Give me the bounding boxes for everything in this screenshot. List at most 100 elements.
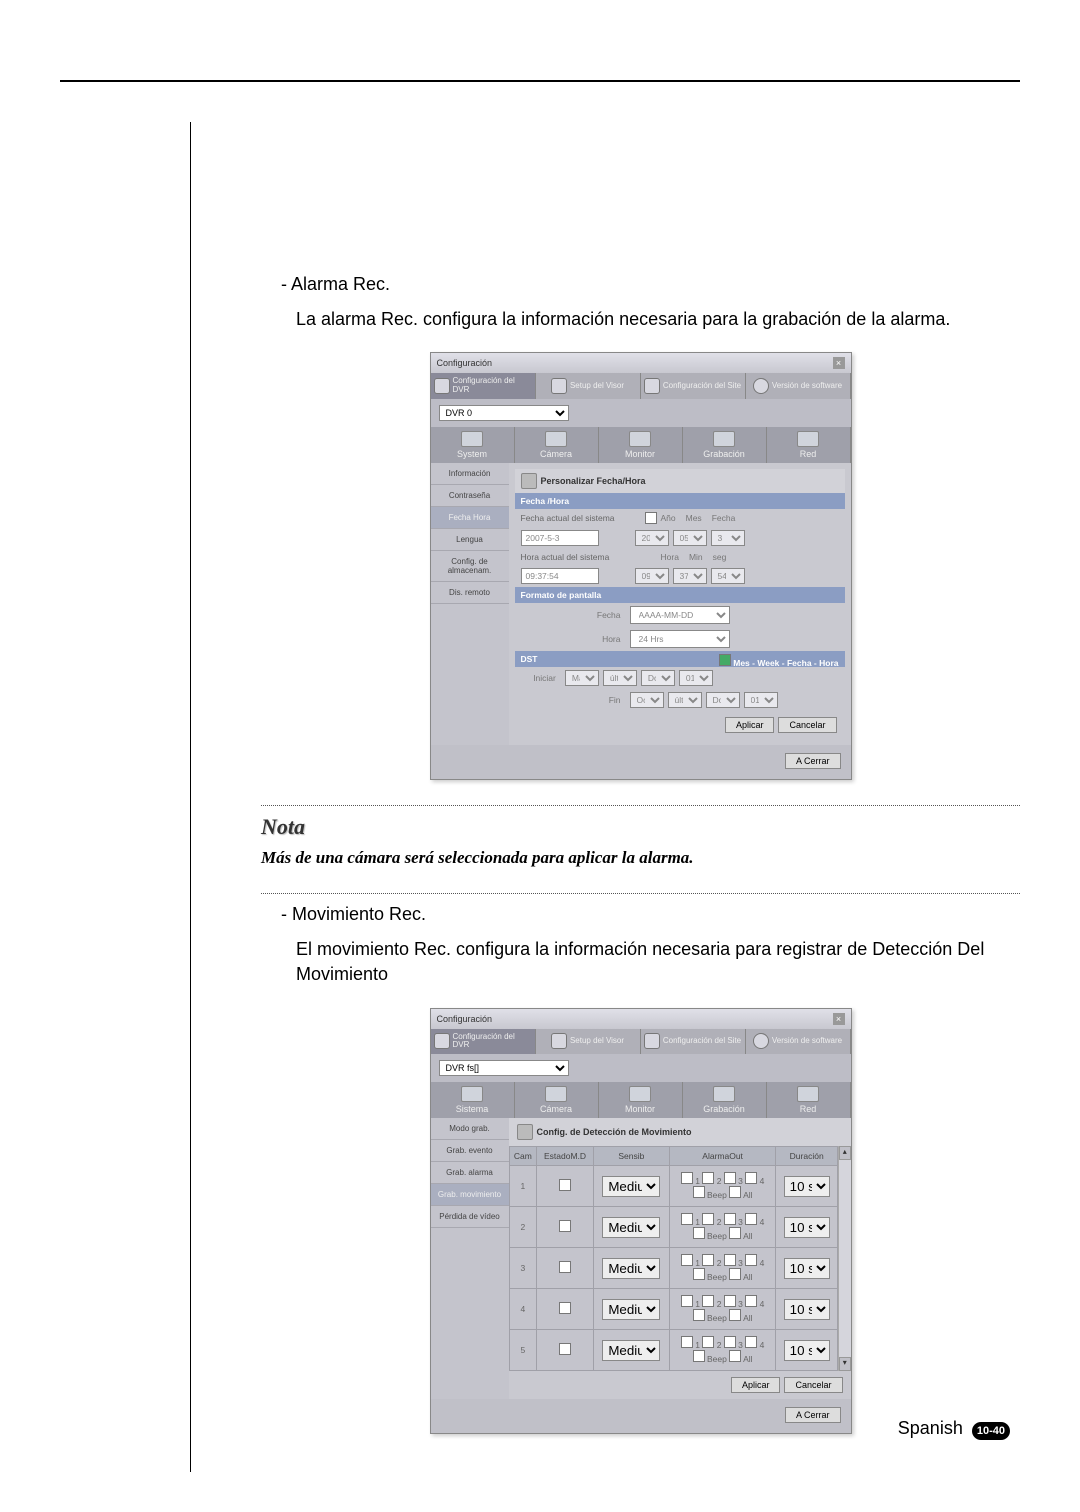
c2-grab[interactable]: Grabación: [683, 1082, 767, 1118]
chk-ao3[interactable]: [724, 1254, 736, 1266]
sel-ss[interactable]: 54: [711, 568, 745, 584]
chk-estado[interactable]: [559, 1220, 571, 1232]
sel-dia[interactable]: 3: [711, 530, 745, 546]
th-ao[interactable]: AlarmaOut: [669, 1147, 776, 1166]
sel-sens[interactable]: Medium: [602, 1299, 660, 1320]
in-fecha[interactable]: 2007-5-3: [521, 530, 599, 546]
chk-estado[interactable]: [559, 1261, 571, 1273]
s-remoto[interactable]: Dis. remoto: [431, 582, 509, 604]
tab-visor[interactable]: Setup del Visor: [536, 373, 641, 399]
sel-mm[interactable]: 37: [673, 568, 707, 584]
chk-ao1[interactable]: [681, 1172, 693, 1184]
sel-dur[interactable]: 10 sec: [784, 1258, 830, 1279]
scroll-down-icon[interactable]: ▾: [839, 1357, 851, 1371]
sel-dur[interactable]: 10 sec: [784, 1299, 830, 1320]
c2-camera[interactable]: Cámera: [515, 1082, 599, 1118]
table-scrollbar[interactable]: ▴ ▾: [838, 1146, 851, 1371]
dvr-select[interactable]: DVR 0: [439, 405, 569, 421]
sel-dur[interactable]: 10 sec: [784, 1217, 830, 1238]
cat-monitor[interactable]: Monitor: [599, 427, 683, 463]
i-mes[interactable]: Mar: [565, 670, 599, 686]
cat-system[interactable]: System: [431, 427, 515, 463]
chk-ao3[interactable]: [724, 1295, 736, 1307]
s2-alarma[interactable]: Grab. alarma: [431, 1162, 509, 1184]
chk-all[interactable]: [729, 1309, 741, 1321]
tab-site[interactable]: Configuración del Site: [641, 373, 746, 399]
chk-ao4[interactable]: [745, 1254, 757, 1266]
s2-mov[interactable]: Grab. movimiento: [431, 1184, 509, 1206]
cat-camera[interactable]: Cámera: [515, 427, 599, 463]
sel-sens[interactable]: Medium: [602, 1217, 660, 1238]
chk-ao2[interactable]: [702, 1213, 714, 1225]
c2-sistema[interactable]: Sistema: [431, 1082, 515, 1118]
s2-perdida[interactable]: Pérdida de vídeo: [431, 1206, 509, 1228]
chk-ao1[interactable]: [681, 1336, 693, 1348]
i-wk[interactable]: últ: [603, 670, 637, 686]
chk-ao2[interactable]: [702, 1172, 714, 1184]
sel-year[interactable]: 2007: [635, 530, 669, 546]
cancel-button2[interactable]: Cancelar: [784, 1377, 842, 1393]
cat-grabacion[interactable]: Grabación: [683, 427, 767, 463]
chk-dst[interactable]: [719, 654, 731, 666]
s-pass[interactable]: Contraseña: [431, 485, 509, 507]
chk-ao4[interactable]: [745, 1213, 757, 1225]
sel-sens[interactable]: Medium: [602, 1176, 660, 1197]
th-dur[interactable]: Duración: [776, 1147, 838, 1166]
chk-estado[interactable]: [559, 1343, 571, 1355]
s2-modo[interactable]: Modo grab.: [431, 1118, 509, 1140]
close-icon[interactable]: ×: [833, 1013, 845, 1025]
close-button[interactable]: A Cerrar: [785, 753, 841, 769]
s-store[interactable]: Config. de almacenam.: [431, 551, 509, 582]
chk-beep[interactable]: [693, 1186, 705, 1198]
tab2-visor[interactable]: Setup del Visor: [536, 1029, 641, 1055]
sel-dur[interactable]: 10 sec: [784, 1340, 830, 1361]
chk-ao2[interactable]: [702, 1336, 714, 1348]
c2-monitor[interactable]: Monitor: [599, 1082, 683, 1118]
chk-beep[interactable]: [693, 1268, 705, 1280]
chk-ao2[interactable]: [702, 1254, 714, 1266]
chk-all[interactable]: [729, 1350, 741, 1362]
th-estado[interactable]: EstadoM.D: [537, 1147, 594, 1166]
dvr-select2[interactable]: DVR fs[]: [439, 1060, 569, 1076]
scroll-up-icon[interactable]: ▴: [839, 1146, 851, 1160]
chk-ao1[interactable]: [681, 1295, 693, 1307]
in-hora[interactable]: 09:37:54: [521, 568, 599, 584]
chk-ao1[interactable]: [681, 1213, 693, 1225]
chk-estado[interactable]: [559, 1302, 571, 1314]
apply-button[interactable]: Aplicar: [725, 717, 775, 733]
sel-sens[interactable]: Medium: [602, 1258, 660, 1279]
chk-ao3[interactable]: [724, 1336, 736, 1348]
s-lang[interactable]: Lengua: [431, 529, 509, 551]
chk-ao3[interactable]: [724, 1213, 736, 1225]
chk-ao4[interactable]: [745, 1295, 757, 1307]
tab2-version[interactable]: Versión de software: [746, 1029, 851, 1055]
tab2-dvr[interactable]: Configuración del DVR: [431, 1029, 536, 1055]
sel-sens[interactable]: Medium: [602, 1340, 660, 1361]
f-fh[interactable]: Dom: [706, 692, 740, 708]
sel-fhora[interactable]: 24 Hrs: [630, 630, 730, 648]
f-mes[interactable]: Oct: [630, 692, 664, 708]
chk-ao4[interactable]: [745, 1336, 757, 1348]
sel-mes[interactable]: 05: [673, 530, 707, 546]
tab-version[interactable]: Versión de software: [746, 373, 851, 399]
f-hr[interactable]: 01: [744, 692, 778, 708]
chk-all[interactable]: [729, 1227, 741, 1239]
chk-all[interactable]: [729, 1186, 741, 1198]
s-info[interactable]: Información: [431, 463, 509, 485]
chk-all[interactable]: [729, 1268, 741, 1280]
c2-red[interactable]: Red: [767, 1082, 851, 1118]
cat-red[interactable]: Red: [767, 427, 851, 463]
chk-ao4[interactable]: [745, 1172, 757, 1184]
chk-fecha[interactable]: [645, 512, 657, 524]
chk-estado[interactable]: [559, 1179, 571, 1191]
i-hr[interactable]: 01: [679, 670, 713, 686]
sel-hh[interactable]: 09: [635, 568, 669, 584]
apply-button2[interactable]: Aplicar: [731, 1377, 781, 1393]
chk-ao1[interactable]: [681, 1254, 693, 1266]
s2-evento[interactable]: Grab. evento: [431, 1140, 509, 1162]
close-icon[interactable]: ×: [833, 357, 845, 369]
chk-beep[interactable]: [693, 1227, 705, 1239]
sel-dur[interactable]: 10 sec: [784, 1176, 830, 1197]
s-fecha[interactable]: Fecha Hora: [431, 507, 509, 529]
chk-ao2[interactable]: [702, 1295, 714, 1307]
